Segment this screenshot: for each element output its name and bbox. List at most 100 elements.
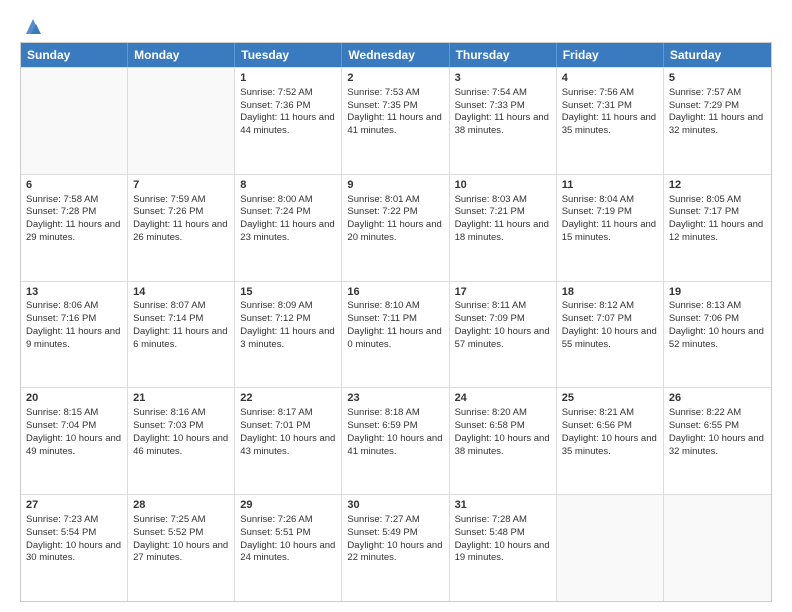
day-number: 17 [455, 285, 551, 300]
sunrise-text: Sunrise: 7:56 AM [562, 87, 634, 98]
empty-cell [128, 68, 235, 174]
daylight-text: Daylight: 11 hours and 0 minutes. [347, 326, 441, 350]
daylight-text: Daylight: 11 hours and 41 minutes. [347, 112, 441, 136]
sunset-text: Sunset: 7:06 PM [669, 313, 739, 324]
sunrise-text: Sunrise: 8:01 AM [347, 194, 419, 205]
calendar: SundayMondayTuesdayWednesdayThursdayFrid… [20, 42, 772, 602]
daylight-text: Daylight: 10 hours and 27 minutes. [133, 540, 228, 564]
daylight-text: Daylight: 11 hours and 12 minutes. [669, 219, 763, 243]
sunset-text: Sunset: 7:33 PM [455, 100, 525, 111]
sunrise-text: Sunrise: 8:10 AM [347, 300, 419, 311]
sunset-text: Sunset: 7:28 PM [26, 206, 96, 217]
calendar-row-4: 27Sunrise: 7:23 AMSunset: 5:54 PMDayligh… [21, 494, 771, 601]
sunrise-text: Sunrise: 7:52 AM [240, 87, 312, 98]
calendar-header: SundayMondayTuesdayWednesdayThursdayFrid… [21, 43, 771, 67]
day-cell-19: 19Sunrise: 8:13 AMSunset: 7:06 PMDayligh… [664, 282, 771, 388]
daylight-text: Daylight: 10 hours and 19 minutes. [455, 540, 550, 564]
day-cell-20: 20Sunrise: 8:15 AMSunset: 7:04 PMDayligh… [21, 388, 128, 494]
day-number: 3 [455, 71, 551, 86]
day-number: 27 [26, 498, 122, 513]
sunset-text: Sunset: 7:11 PM [347, 313, 417, 324]
daylight-text: Daylight: 10 hours and 41 minutes. [347, 433, 442, 457]
sunrise-text: Sunrise: 8:00 AM [240, 194, 312, 205]
sunset-text: Sunset: 7:04 PM [26, 420, 96, 431]
header-day-sunday: Sunday [21, 43, 128, 67]
empty-cell [21, 68, 128, 174]
header-day-friday: Friday [557, 43, 664, 67]
sunset-text: Sunset: 7:26 PM [133, 206, 203, 217]
day-cell-1: 1Sunrise: 7:52 AMSunset: 7:36 PMDaylight… [235, 68, 342, 174]
daylight-text: Daylight: 10 hours and 22 minutes. [347, 540, 442, 564]
empty-cell [664, 495, 771, 601]
calendar-row-2: 13Sunrise: 8:06 AMSunset: 7:16 PMDayligh… [21, 281, 771, 388]
daylight-text: Daylight: 11 hours and 23 minutes. [240, 219, 334, 243]
sunrise-text: Sunrise: 8:15 AM [26, 407, 98, 418]
sunset-text: Sunset: 7:09 PM [455, 313, 525, 324]
daylight-text: Daylight: 11 hours and 3 minutes. [240, 326, 334, 350]
sunrise-text: Sunrise: 7:27 AM [347, 514, 419, 525]
day-cell-26: 26Sunrise: 8:22 AMSunset: 6:55 PMDayligh… [664, 388, 771, 494]
day-number: 21 [133, 391, 229, 406]
day-number: 1 [240, 71, 336, 86]
sunrise-text: Sunrise: 8:17 AM [240, 407, 312, 418]
day-number: 22 [240, 391, 336, 406]
day-number: 20 [26, 391, 122, 406]
daylight-text: Daylight: 11 hours and 9 minutes. [26, 326, 120, 350]
sunset-text: Sunset: 7:01 PM [240, 420, 310, 431]
day-cell-14: 14Sunrise: 8:07 AMSunset: 7:14 PMDayligh… [128, 282, 235, 388]
day-number: 25 [562, 391, 658, 406]
sunrise-text: Sunrise: 8:09 AM [240, 300, 312, 311]
day-number: 23 [347, 391, 443, 406]
sunrise-text: Sunrise: 7:23 AM [26, 514, 98, 525]
sunset-text: Sunset: 7:22 PM [347, 206, 417, 217]
header-day-tuesday: Tuesday [235, 43, 342, 67]
day-number: 16 [347, 285, 443, 300]
sunset-text: Sunset: 7:31 PM [562, 100, 632, 111]
daylight-text: Daylight: 11 hours and 26 minutes. [133, 219, 227, 243]
day-number: 15 [240, 285, 336, 300]
day-cell-31: 31Sunrise: 7:28 AM Sunset: 5:48 PM Dayligh… [450, 495, 557, 601]
header-day-wednesday: Wednesday [342, 43, 449, 67]
calendar-body: 1Sunrise: 7:52 AMSunset: 7:36 PMDaylight… [21, 67, 771, 601]
sunset-text: Sunset: 5:51 PM [240, 527, 310, 538]
sunrise-text: Sunrise: 7:58 AM [26, 194, 98, 205]
sunset-text: Sunset: 5:48 PM [455, 527, 525, 538]
day-number: 30 [347, 498, 443, 513]
daylight-text: Daylight: 11 hours and 38 minutes. [455, 112, 549, 136]
sunrise-text: Sunrise: 8:05 AM [669, 194, 741, 205]
sunrise-text: Sunrise: 8:20 AM [455, 407, 527, 418]
sunrise-text: Sunrise: 8:06 AM [26, 300, 98, 311]
daylight-text: Daylight: 11 hours and 32 minutes. [669, 112, 763, 136]
day-number: 29 [240, 498, 336, 513]
day-number: 10 [455, 178, 551, 193]
day-cell-21: 21Sunrise: 8:16 AMSunset: 7:03 PMDayligh… [128, 388, 235, 494]
header [20, 16, 772, 32]
sunrise-text: Sunrise: 8:11 AM [455, 300, 527, 311]
day-cell-23: 23Sunrise: 8:18 AMSunset: 6:59 PMDayligh… [342, 388, 449, 494]
sunrise-text: Sunrise: 7:28 AM [455, 514, 527, 525]
sunset-text: Sunset: 7:07 PM [562, 313, 632, 324]
daylight-text: Daylight: 10 hours and 55 minutes. [562, 326, 657, 350]
day-cell-24: 24Sunrise: 8:20 AMSunset: 6:58 PMDayligh… [450, 388, 557, 494]
day-number: 19 [669, 285, 766, 300]
sunset-text: Sunset: 6:58 PM [455, 420, 525, 431]
daylight-text: Daylight: 10 hours and 38 minutes. [455, 433, 550, 457]
day-number: 31 [455, 498, 551, 513]
sunrise-text: Sunrise: 7:59 AM [133, 194, 205, 205]
sunset-text: Sunset: 7:19 PM [562, 206, 632, 217]
day-number: 8 [240, 178, 336, 193]
day-cell-16: 16Sunrise: 8:10 AM Sunset: 7:11 PM Dayligh… [342, 282, 449, 388]
day-cell-29: 29Sunrise: 7:26 AMSunset: 5:51 PMDayligh… [235, 495, 342, 601]
day-number: 14 [133, 285, 229, 300]
day-cell-3: 3Sunrise: 7:54 AMSunset: 7:33 PMDaylight… [450, 68, 557, 174]
page: SundayMondayTuesdayWednesdayThursdayFrid… [0, 0, 792, 612]
sunset-text: Sunset: 5:49 PM [347, 527, 417, 538]
sunset-text: Sunset: 7:17 PM [669, 206, 739, 217]
day-number: 28 [133, 498, 229, 513]
day-number: 5 [669, 71, 766, 86]
sunrise-text: Sunrise: 7:57 AM [669, 87, 741, 98]
sunrise-text: Sunrise: 8:13 AM [669, 300, 741, 311]
day-number: 2 [347, 71, 443, 86]
sunset-text: Sunset: 7:14 PM [133, 313, 203, 324]
daylight-text: Daylight: 10 hours and 30 minutes. [26, 540, 121, 564]
